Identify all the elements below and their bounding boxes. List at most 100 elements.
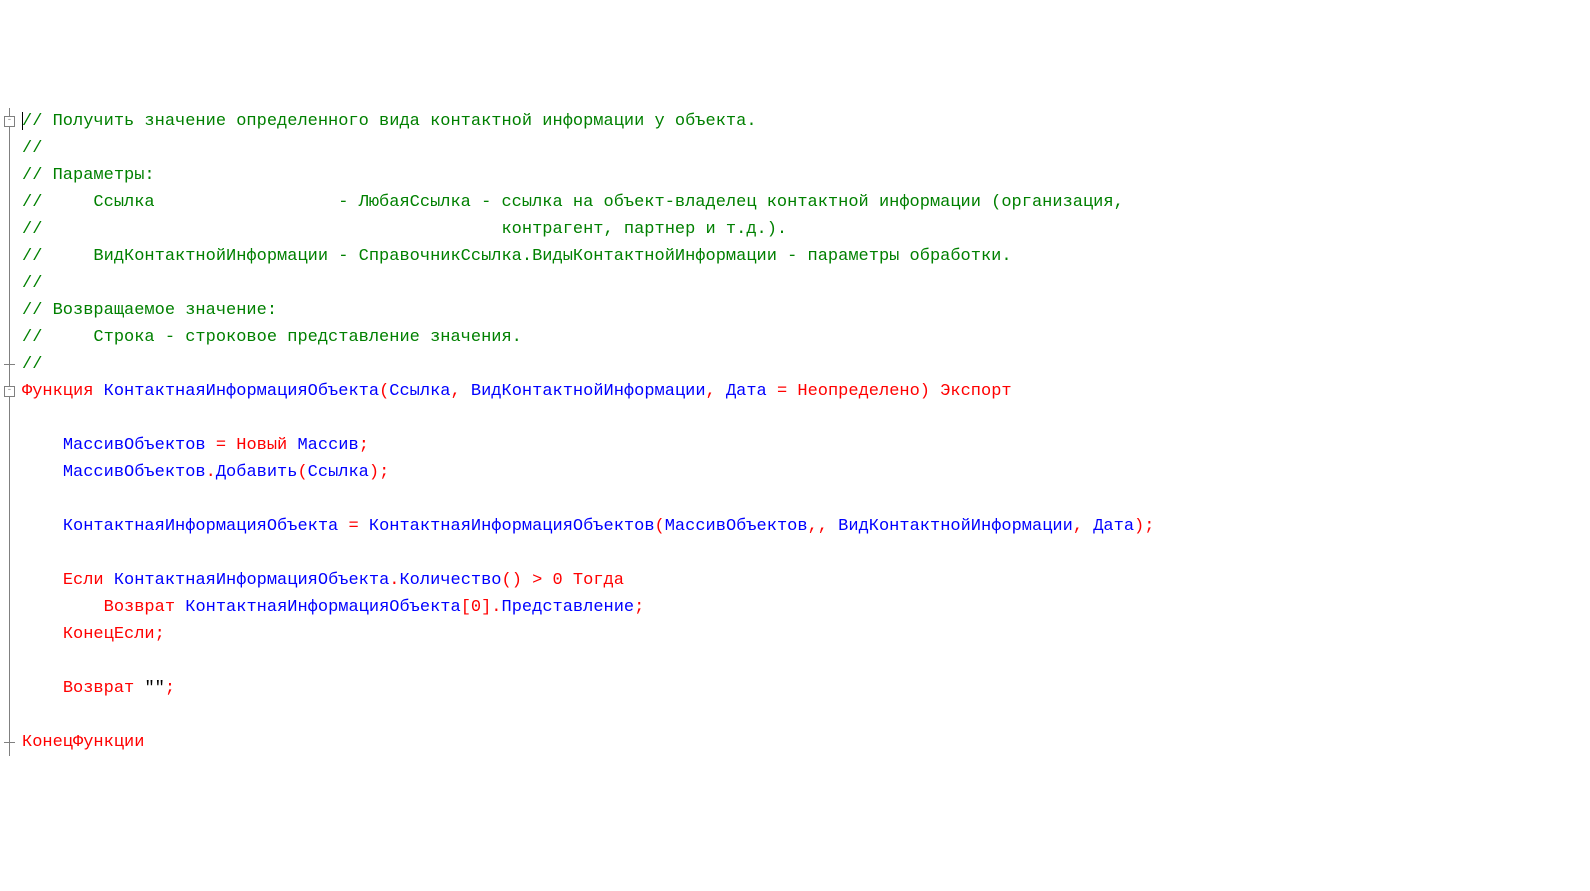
code-token [22, 490, 63, 509]
code-token: 0 [553, 571, 563, 590]
code-token: ]. [481, 598, 501, 617]
code-token: Неопределено [797, 382, 919, 401]
code-token [22, 436, 63, 455]
code-token: КонецФункции [22, 733, 144, 752]
code-token: ( [297, 463, 307, 482]
code-token: // Параметры: [22, 166, 155, 185]
code-token [22, 409, 63, 428]
code-token [22, 706, 63, 725]
code-token: // ВидКонтактнойИнформации - СправочникС… [22, 247, 1012, 266]
code-line[interactable]: Возврат КонтактнаяИнформацияОбъекта[0].П… [22, 594, 1154, 621]
code-line[interactable]: // Параметры: [22, 162, 1154, 189]
code-line[interactable]: // контрагент, партнер и т.д.). [22, 216, 1154, 243]
code-token: Дата [726, 382, 767, 401]
code-token: КонтактнаяИнформацияОбъектов [369, 517, 655, 536]
code-token: = [206, 436, 237, 455]
code-line[interactable]: // ВидКонтактнойИнформации - СправочникС… [22, 243, 1154, 270]
code-line[interactable]: МассивОбъектов = Новый Массив; [22, 432, 1154, 459]
code-line[interactable]: МассивОбъектов.Добавить(Ссылка); [22, 459, 1154, 486]
code-line[interactable] [22, 486, 1154, 513]
code-token: ; [359, 436, 369, 455]
code-token: ) [920, 382, 940, 401]
code-token: МассивОбъектов [63, 463, 206, 482]
code-token: . [206, 463, 216, 482]
code-line[interactable]: КонецЕсли; [22, 621, 1154, 648]
code-token: КонтактнаяИнформацияОбъекта [104, 382, 379, 401]
code-token: ( [655, 517, 665, 536]
code-token: МассивОбъектов [665, 517, 808, 536]
code-token: ); [1134, 517, 1154, 536]
code-token: , [451, 382, 471, 401]
code-token: ,, [808, 517, 839, 536]
code-token: Дата [1093, 517, 1134, 536]
code-line[interactable]: // Ссылка - ЛюбаяСсылка - ссылка на объе… [22, 189, 1154, 216]
code-line[interactable] [22, 648, 1154, 675]
code-token [22, 571, 63, 590]
code-editor[interactable]: -- // Получить значение определенного ви… [0, 108, 1590, 756]
code-line[interactable]: // [22, 351, 1154, 378]
code-token: КонтактнаяИнформацияОбъекта [114, 571, 389, 590]
code-token: ); [369, 463, 389, 482]
code-line[interactable]: Если КонтактнаяИнформацияОбъекта.Количес… [22, 567, 1154, 594]
code-token: Если [63, 571, 114, 590]
code-token: Экспорт [940, 382, 1011, 401]
code-token: // Возвращаемое значение: [22, 301, 277, 320]
code-area[interactable]: // Получить значение определенного вида … [18, 108, 1154, 756]
code-token: Возврат [104, 598, 186, 617]
code-token: 0 [471, 598, 481, 617]
code-line[interactable]: КонтактнаяИнформацияОбъекта = Контактная… [22, 513, 1154, 540]
code-token: // Строка - строковое представление знач… [22, 328, 522, 347]
code-token [22, 625, 63, 644]
code-line[interactable]: // [22, 270, 1154, 297]
code-line[interactable] [22, 540, 1154, 567]
code-line[interactable] [22, 702, 1154, 729]
code-token: ; [155, 625, 165, 644]
code-token: Новый [236, 436, 297, 455]
code-token: // [22, 355, 42, 374]
code-line[interactable]: Возврат ""; [22, 675, 1154, 702]
code-line[interactable]: Функция КонтактнаяИнформацияОбъекта(Ссыл… [22, 378, 1154, 405]
code-token: ( [379, 382, 389, 401]
code-line[interactable]: // Строка - строковое представление знач… [22, 324, 1154, 351]
code-token: = [338, 517, 369, 536]
code-token: Функция [22, 382, 104, 401]
code-token: КонецЕсли [63, 625, 155, 644]
code-token: Ссылка [389, 382, 450, 401]
code-token: // контрагент, партнер и т.д.). [22, 220, 787, 239]
code-token: Представление [502, 598, 635, 617]
code-line[interactable]: // Получить значение определенного вида … [22, 108, 1154, 135]
code-token: ; [165, 679, 175, 698]
fold-collapse-icon[interactable]: - [4, 116, 15, 127]
code-token: МассивОбъектов [63, 436, 206, 455]
code-token: ВидКонтактнойИнформации [471, 382, 706, 401]
code-token: Возврат [63, 679, 145, 698]
fold-gutter[interactable]: -- [0, 108, 18, 756]
fold-end-icon [4, 742, 15, 743]
fold-collapse-icon[interactable]: - [4, 386, 15, 397]
code-line[interactable] [22, 405, 1154, 432]
code-token: , [706, 382, 726, 401]
code-token: Количество [399, 571, 501, 590]
code-token: [ [461, 598, 471, 617]
code-token: КонтактнаяИнформацияОбъекта [63, 517, 338, 536]
code-line[interactable]: КонецФункции [22, 729, 1154, 756]
code-token: ; [634, 598, 644, 617]
code-token [22, 544, 63, 563]
code-token: Добавить [216, 463, 298, 482]
code-token: // Ссылка - ЛюбаяСсылка - ссылка на объе… [22, 193, 1124, 212]
code-token [22, 463, 63, 482]
code-line[interactable]: // [22, 135, 1154, 162]
code-token: . [389, 571, 399, 590]
code-token: = [767, 382, 798, 401]
code-token: Массив [297, 436, 358, 455]
code-token: // [22, 274, 42, 293]
code-token: "" [144, 679, 164, 698]
fold-guide-line [9, 108, 10, 756]
code-line[interactable]: // Возвращаемое значение: [22, 297, 1154, 324]
code-token [22, 598, 104, 617]
code-token: Тогда [563, 571, 624, 590]
code-token: , [1073, 517, 1093, 536]
code-token: ВидКонтактнойИнформации [838, 517, 1073, 536]
code-token: // Получить значение определенного вида … [22, 112, 757, 131]
code-token [22, 517, 63, 536]
